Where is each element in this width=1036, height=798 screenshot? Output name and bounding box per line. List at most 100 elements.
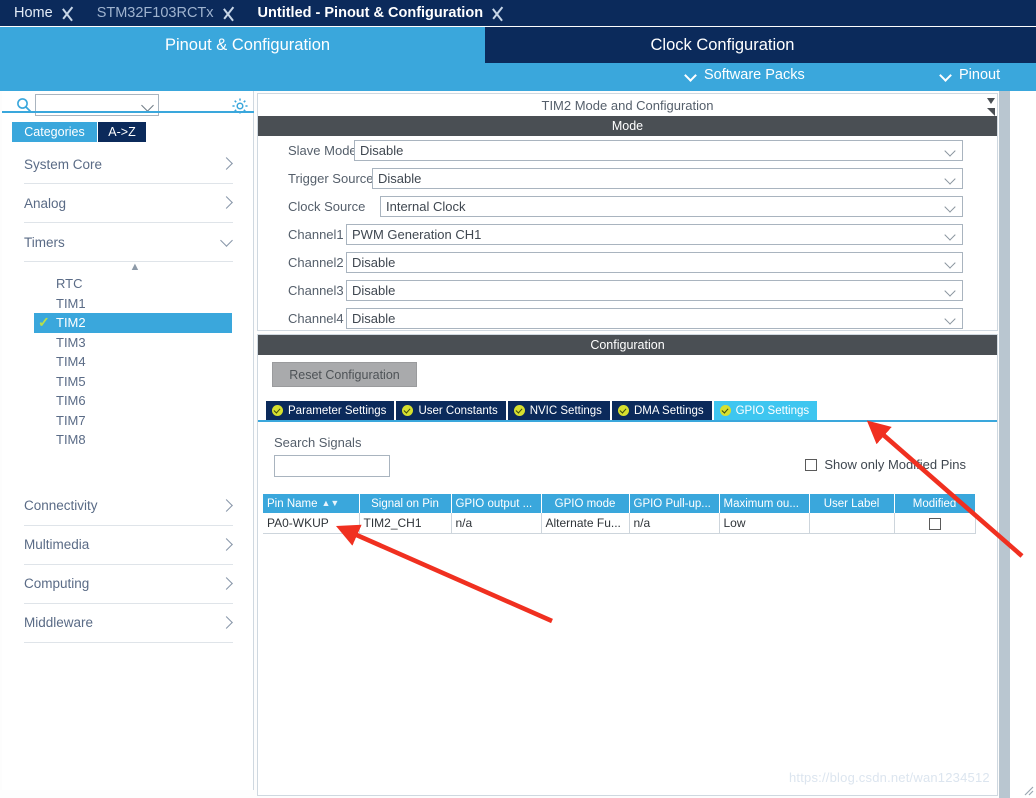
page-title: TIM2 Mode and Configuration [258, 94, 997, 116]
sidebar-item-label: System Core [24, 157, 102, 172]
tab-clock-configuration[interactable]: Clock Configuration [485, 27, 960, 63]
sidebar-category-list: System Core Analog Timers ▲ RTC TIM1 [2, 145, 253, 790]
show-only-modified-pins-row[interactable]: Show only Modified Pins [805, 457, 966, 472]
column-header-modified[interactable]: Modified [894, 494, 975, 513]
clock-source-select[interactable]: Internal Clock [380, 196, 963, 217]
mode-field-area: Slave Mode Disable Trigger Source Disabl… [258, 136, 997, 330]
column-header-user-label[interactable]: User Label [809, 494, 894, 513]
tab-parameter-settings[interactable]: Parameter Settings [266, 401, 394, 420]
sidebar-item-analog[interactable]: Analog [24, 184, 233, 223]
sidebar-item-middleware[interactable]: Middleware [24, 604, 233, 643]
sidebar-item-timers[interactable]: Timers [24, 223, 233, 262]
chevron-down-icon[interactable] [944, 257, 955, 268]
sidebar-item-multimedia[interactable]: Multimedia [24, 526, 233, 565]
cell-user-label[interactable] [809, 513, 894, 533]
reset-configuration-button[interactable]: Reset Configuration [272, 362, 417, 387]
software-packs-menu[interactable]: Software Packs [686, 67, 805, 83]
field-row-channel3: Channel3 Disable [258, 276, 997, 304]
gpio-settings-body: Search Signals Show only Modified Pins [258, 422, 978, 795]
table-row[interactable]: PA0-WKUP TIM2_CH1 n/a Alternate Fu... n/… [263, 513, 975, 533]
slave-mode-select[interactable]: Disable [354, 140, 963, 161]
list-item[interactable]: TIM5 [34, 372, 232, 392]
chevron-down-icon[interactable] [944, 229, 955, 240]
chevron-down-icon[interactable] [944, 285, 955, 296]
gear-icon[interactable] [231, 97, 249, 115]
cell-gpio-output[interactable]: n/a [451, 513, 541, 533]
modified-checkbox[interactable] [929, 518, 941, 530]
field-label: Slave Mode [258, 143, 357, 158]
channel4-value: Disable [352, 311, 395, 326]
peripheral-label: TIM4 [56, 354, 86, 369]
software-packs-label: Software Packs [704, 67, 805, 83]
column-header-gpio-output[interactable]: GPIO output ... [451, 494, 541, 513]
field-row-clock-source: Clock Source Internal Clock [258, 192, 997, 220]
channel2-select[interactable]: Disable [346, 252, 963, 273]
tab-categories[interactable]: Categories [12, 122, 97, 142]
chevron-down-icon[interactable] [141, 99, 154, 112]
chevron-right-icon [221, 197, 233, 209]
list-item-tim2[interactable]: ✓ TIM2 [34, 313, 232, 333]
sidebar-search-row [2, 91, 254, 121]
window-right-margin [1010, 91, 1036, 798]
chevron-down-icon [941, 70, 952, 81]
cell-signal-on-pin[interactable]: TIM2_CH1 [359, 513, 451, 533]
list-item[interactable]: TIM7 [34, 411, 232, 431]
field-row-slave-mode: Slave Mode Disable [258, 136, 997, 164]
cell-maximum-output[interactable]: Low [719, 513, 809, 533]
tab-dma-settings[interactable]: DMA Settings [612, 401, 712, 420]
channel3-select[interactable]: Disable [346, 280, 963, 301]
list-item[interactable]: TIM4 [34, 352, 232, 372]
timers-peripheral-list: RTC TIM1 ✓ TIM2 TIM3 TIM4 TIM5 [2, 274, 253, 450]
tab-user-constants[interactable]: User Constants [396, 401, 505, 420]
mode-panel: TIM2 Mode and Configuration Mode Slave M… [257, 93, 998, 331]
tab-label: NVIC Settings [530, 405, 602, 417]
sidebar-item-system-core[interactable]: System Core [24, 145, 233, 184]
chevron-down-icon[interactable] [944, 313, 955, 324]
cell-gpio-mode[interactable]: Alternate Fu... [541, 513, 629, 533]
column-header-pin-name[interactable]: Pin Name▲▼ [263, 494, 359, 513]
chevron-down-icon[interactable] [944, 145, 955, 156]
column-header-signal-on-pin[interactable]: Signal on Pin [359, 494, 451, 513]
cell-gpio-pullup[interactable]: n/a [629, 513, 719, 533]
sort-ascending-icon: ▲▼ [322, 499, 340, 508]
trigger-source-select[interactable]: Disable [372, 168, 963, 189]
tab-gpio-settings[interactable]: GPIO Settings [714, 401, 818, 420]
breadcrumb-item-mcu[interactable]: STM32F103RCTx [83, 0, 220, 26]
list-item[interactable]: TIM3 [34, 333, 232, 353]
channel4-select[interactable]: Disable [346, 308, 963, 329]
list-item[interactable]: RTC [34, 274, 232, 294]
breadcrumb-item-home[interactable]: Home [0, 0, 59, 26]
breadcrumb-item-project[interactable]: Untitled - Pinout & Configuration [244, 0, 490, 26]
peripheral-scroll-up[interactable]: ▲ [2, 262, 253, 274]
tab-pinout-configuration[interactable]: Pinout & Configuration [10, 27, 485, 63]
list-bottom-spacer [2, 450, 253, 487]
tab-nvic-settings[interactable]: NVIC Settings [508, 401, 610, 420]
tab-a-to-z[interactable]: A->Z [98, 122, 146, 142]
cell-pin-name[interactable]: PA0-WKUP [263, 513, 359, 533]
sidebar-item-computing[interactable]: Computing [24, 565, 233, 604]
sidebar-item-connectivity[interactable]: Connectivity [24, 487, 233, 526]
show-only-modified-pins-label: Show only Modified Pins [824, 457, 966, 472]
list-item[interactable]: TIM8 [34, 430, 232, 450]
field-row-channel1: Channel1 PWM Generation CH1 [258, 220, 997, 248]
column-header-gpio-mode[interactable]: GPIO mode [541, 494, 629, 513]
window-resize-grip-icon[interactable] [1022, 784, 1034, 796]
field-label: Channel2 [258, 255, 344, 270]
column-header-maximum-output[interactable]: Maximum ou... [719, 494, 809, 513]
chevron-right-icon [221, 617, 233, 629]
list-item[interactable]: TIM1 [34, 294, 232, 314]
tab-overflow-area [960, 27, 1036, 63]
list-item[interactable]: TIM6 [34, 391, 232, 411]
channel1-select[interactable]: PWM Generation CH1 [346, 224, 963, 245]
scroll-up-icon[interactable]: ▲ [128, 262, 142, 274]
pinout-menu[interactable]: Pinout [941, 67, 1000, 83]
chevron-down-icon[interactable] [944, 201, 955, 212]
chevron-down-icon[interactable] [944, 173, 955, 184]
cell-modified[interactable] [894, 513, 975, 533]
search-signals-field[interactable] [274, 455, 390, 477]
show-only-modified-pins-checkbox[interactable] [805, 459, 817, 471]
column-header-gpio-pullup[interactable]: GPIO Pull-up... [629, 494, 719, 513]
status-check-icon [272, 405, 283, 416]
channel2-value: Disable [352, 255, 395, 270]
search-signals-input[interactable] [278, 457, 388, 475]
